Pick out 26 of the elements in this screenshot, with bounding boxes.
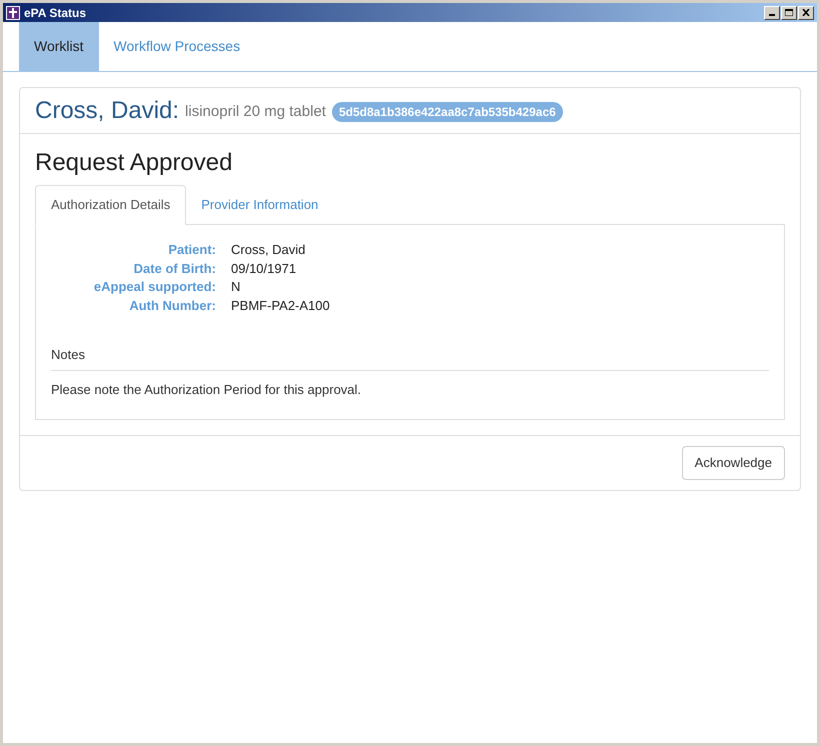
detail-tab[interactable]: Provider Information: [186, 185, 334, 224]
minimize-button[interactable]: [764, 6, 780, 20]
field-value: PBMF-PA2-A100: [231, 296, 331, 314]
maximize-icon: [785, 9, 793, 16]
nav-tab[interactable]: Worklist: [19, 22, 99, 71]
close-button[interactable]: [798, 6, 814, 20]
field-label: Auth Number:: [128, 296, 216, 314]
drug-name: lisinopril 20 mg tablet: [185, 102, 326, 122]
field-label: Patient:: [167, 241, 216, 259]
close-icon: [802, 9, 810, 16]
notes-text: Please note the Authorization Period for this approval.: [51, 380, 362, 399]
field-label: eAppeal supported:: [92, 278, 216, 296]
status-heading: Request Approved: [35, 148, 234, 178]
field-value: Cross, David: [231, 241, 306, 259]
request-id-badge: 5d5d8a1b386e422aa8c7ab535b429ac6: [332, 102, 563, 122]
field-value: 09/10/1971: [231, 260, 298, 278]
field-label: Date of Birth:: [132, 260, 216, 278]
patient-name: Cross, David:: [35, 96, 180, 126]
window-title: ePA Status: [24, 4, 86, 22]
field-value: N: [231, 278, 242, 296]
notes-heading: Notes: [51, 345, 769, 370]
detail-tab[interactable]: Authorization Details: [35, 185, 186, 225]
acknowledge-button[interactable]: Acknowledge: [682, 446, 785, 480]
app-icon: [6, 6, 20, 20]
maximize-button[interactable]: [781, 6, 797, 20]
nav-tab[interactable]: Workflow Processes: [98, 22, 256, 71]
